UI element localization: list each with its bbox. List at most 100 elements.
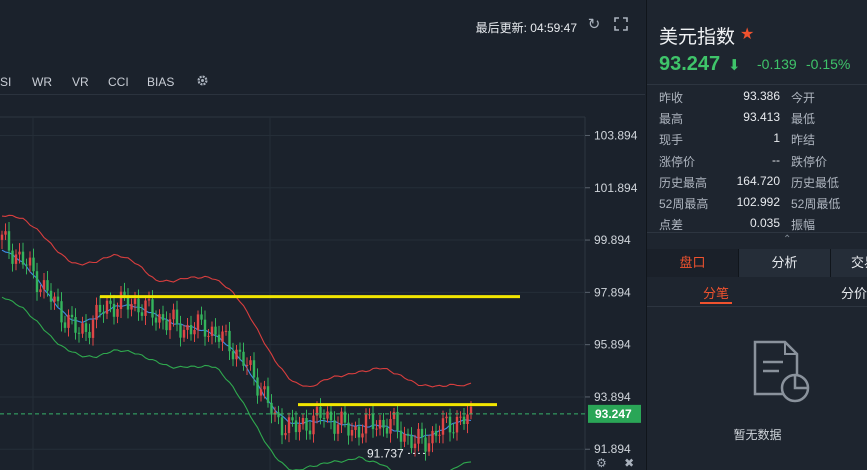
candle-body xyxy=(119,291,123,310)
arrow-down-icon: ⬇ xyxy=(728,57,741,74)
quote-row-value: 93.413 xyxy=(743,110,780,125)
candle-body xyxy=(91,319,95,338)
candle-body xyxy=(385,427,389,434)
candle-body xyxy=(28,257,32,266)
quote-row-value: 93.386 xyxy=(743,89,780,103)
tab-cci[interactable]: CCI xyxy=(108,75,129,89)
current-price-label: 93.247 xyxy=(595,407,632,421)
candle-body xyxy=(378,419,382,429)
candle-body xyxy=(168,319,172,331)
candle-body xyxy=(441,418,445,435)
candle-body xyxy=(420,428,424,438)
candle-body xyxy=(95,304,98,320)
fullscreen-icon[interactable] xyxy=(613,17,629,33)
tab-si[interactable]: SI xyxy=(0,75,11,89)
candle-body xyxy=(403,433,406,442)
candle-body xyxy=(98,304,102,313)
candle-body xyxy=(46,280,49,291)
tab-bias[interactable]: BIAS xyxy=(147,75,174,89)
candle-body xyxy=(210,326,214,336)
quote-row-value: 0.035 xyxy=(749,216,780,231)
quote-row-label-2: 今开 xyxy=(791,91,816,105)
candle-body xyxy=(462,416,466,424)
indicator-tabs: SI WR VR CCI BIAS xyxy=(0,70,645,95)
y-tick-label: 103.894 xyxy=(594,128,638,142)
candle-body xyxy=(14,254,18,264)
candle-body xyxy=(158,314,161,323)
refresh-icon[interactable]: ↻ xyxy=(586,17,602,33)
candle-body xyxy=(137,298,140,313)
favorite-star-icon[interactable]: ★ xyxy=(740,24,754,44)
candle-body xyxy=(32,257,35,272)
candle-body xyxy=(245,364,249,366)
candle-body xyxy=(459,416,462,418)
tab-analysis[interactable]: 分析 xyxy=(739,249,831,277)
no-data-document-icon xyxy=(753,340,810,403)
candle-body xyxy=(347,422,350,436)
subtab-ticks[interactable]: 分笔 xyxy=(703,283,729,302)
candle-body xyxy=(130,303,133,310)
candle-body xyxy=(364,414,368,434)
candle-body xyxy=(294,420,298,433)
candle-body xyxy=(182,329,186,338)
gear-icon[interactable]: ⚙ xyxy=(596,456,607,470)
candle-body xyxy=(434,430,438,436)
tab-trade[interactable]: 交易 xyxy=(831,249,867,277)
candle-body xyxy=(340,411,343,425)
instrument-name: 美元指数 xyxy=(659,27,736,48)
candle-body xyxy=(406,433,410,436)
last-price: 93.247 xyxy=(659,53,721,75)
candle-body xyxy=(329,411,333,421)
candle-body xyxy=(431,430,434,444)
tab-vr[interactable]: VR xyxy=(72,75,89,89)
price-change-percent: -0.15% xyxy=(806,56,851,72)
candle-body xyxy=(56,296,60,302)
candle-body xyxy=(35,271,39,293)
candle-body xyxy=(189,325,193,335)
quote-row-value: -- xyxy=(772,152,780,167)
candle-body xyxy=(7,231,11,251)
candlestick-chart[interactable]: 103.894 101.894 99.894 97.894 95.894 93.894 91… xyxy=(0,100,645,470)
candle-body xyxy=(140,312,144,316)
candle-body xyxy=(417,428,420,444)
close-icon[interactable]: ✖ xyxy=(624,456,634,470)
candle-body xyxy=(224,330,228,332)
y-tick-label: 97.894 xyxy=(594,285,631,299)
candle-body xyxy=(200,314,203,320)
tab-handicap[interactable]: 盘口 xyxy=(647,249,739,277)
quote-row-label-2: 振幅 xyxy=(791,218,816,233)
candle-body xyxy=(214,326,217,335)
candle-body xyxy=(424,437,427,452)
candle-body xyxy=(399,430,403,442)
candle-body xyxy=(4,231,7,235)
candle-body xyxy=(203,319,207,337)
candle-body xyxy=(179,324,182,338)
tab-wr[interactable]: WR xyxy=(32,75,52,89)
candle-body xyxy=(242,351,245,366)
gear-icon[interactable] xyxy=(196,74,209,90)
quote-row-label: 52周最高 xyxy=(659,197,709,211)
candle-body xyxy=(284,433,287,436)
candle-body xyxy=(301,417,305,425)
candle-body xyxy=(438,434,441,436)
subtab-price[interactable]: 分价 xyxy=(841,283,867,302)
candle-body xyxy=(231,351,235,360)
candle-body xyxy=(333,420,336,434)
quote-row: 涨停价 -- 跌停价 xyxy=(647,153,867,174)
candle-body xyxy=(263,386,266,390)
chevron-up-icon[interactable]: ⌃ xyxy=(783,234,791,245)
candle-body xyxy=(116,309,119,317)
candle-body xyxy=(175,309,179,325)
candle-body xyxy=(326,411,329,419)
candle-body xyxy=(256,377,259,396)
quote-row: 52周最高 102.992 52周最低 xyxy=(647,195,867,216)
candle-body xyxy=(392,411,396,420)
last-update-label: 最后更新: 04:59:47 xyxy=(475,21,577,35)
candle-body xyxy=(287,417,291,434)
candle-body xyxy=(252,360,256,378)
candle-body xyxy=(193,329,196,335)
candle-body xyxy=(81,323,84,334)
candle-body xyxy=(172,309,175,320)
candle-body xyxy=(147,299,151,301)
quote-row-label: 历史最高 xyxy=(659,175,708,190)
